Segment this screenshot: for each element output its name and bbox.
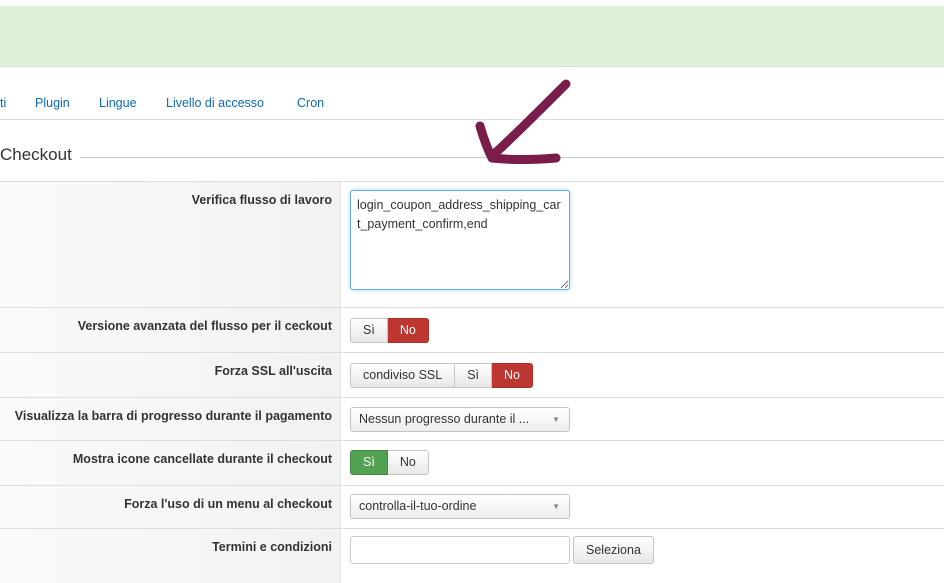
- nav-item-plugin[interactable]: Plugin: [35, 96, 70, 110]
- nav-item-cron[interactable]: Cron: [297, 96, 324, 110]
- force-ssl-no-button[interactable]: No: [492, 363, 534, 388]
- progress-bar-label: Visualizza la barra di progresso durante…: [14, 409, 332, 423]
- caret-down-icon: ▼: [552, 502, 560, 511]
- advanced-flow-no-button[interactable]: No: [387, 318, 429, 343]
- force-menu-select[interactable]: controlla-il-tuo-ordine ▼: [350, 494, 570, 519]
- show-deleted-icons-label: Mostra icone cancellate durante il check…: [72, 452, 332, 466]
- nav-item-ti[interactable]: ti: [0, 96, 6, 110]
- workflow-label: Verifica flusso di lavoro: [191, 193, 332, 207]
- advanced-flow-toggle: Sì No: [350, 318, 429, 343]
- row-force-ssl: Forza SSL all'uscita condiviso SSL Sì No: [0, 352, 944, 397]
- progress-bar-selected-value: Nessun progresso durante il ...: [359, 412, 530, 426]
- force-ssl-label: Forza SSL all'uscita: [214, 364, 332, 378]
- banner-top-edge: [0, 0, 944, 6]
- row-progress-bar: Visualizza la barra di progresso durante…: [0, 397, 944, 440]
- show-deleted-icons-toggle: Sì No: [350, 450, 429, 475]
- force-ssl-toggle: condiviso SSL Sì No: [350, 363, 534, 388]
- nav-item-livello-di-accesso[interactable]: Livello di accesso: [166, 96, 264, 110]
- terms-input[interactable]: [350, 536, 570, 564]
- label-cell: Verifica flusso di lavoro: [0, 182, 341, 307]
- show-deleted-icons-no-button[interactable]: No: [387, 450, 429, 475]
- row-terms: Termini e condizioni Seleziona: [0, 528, 944, 583]
- row-advanced-flow: Versione avanzata del flusso per il ceck…: [0, 307, 944, 352]
- row-show-deleted-icons: Mostra icone cancellate durante il check…: [0, 440, 944, 485]
- advanced-flow-yes-button[interactable]: Sì: [350, 318, 388, 343]
- row-force-menu: Forza l'uso di un menu al checkout contr…: [0, 485, 944, 528]
- force-ssl-shared-button[interactable]: condiviso SSL: [350, 363, 456, 388]
- label-cell: Forza l'uso di un menu al checkout: [0, 486, 341, 528]
- progress-bar-select[interactable]: Nessun progresso durante il ... ▼: [350, 407, 570, 432]
- section-legend: Checkout: [0, 145, 76, 165]
- force-ssl-yes-button[interactable]: Sì: [455, 363, 493, 388]
- force-menu-label: Forza l'uso di un menu al checkout: [124, 497, 332, 511]
- annotation-arrow-icon: [475, 79, 571, 164]
- workflow-textarea[interactable]: login_coupon_address_shipping_cart_payme…: [350, 190, 570, 290]
- message-banner: [0, 0, 944, 67]
- label-cell: Termini e condizioni: [0, 529, 341, 583]
- nav-item-lingue[interactable]: Lingue: [99, 96, 137, 110]
- label-cell: Mostra icone cancellate durante il check…: [0, 441, 341, 485]
- show-deleted-icons-yes-button[interactable]: Sì: [350, 450, 388, 475]
- terms-label: Termini e condizioni: [212, 540, 332, 554]
- label-cell: Versione avanzata del flusso per il ceck…: [0, 308, 341, 352]
- label-cell: Forza SSL all'uscita: [0, 353, 341, 397]
- label-cell: Visualizza la barra di progresso durante…: [0, 398, 341, 440]
- terms-select-button[interactable]: Seleziona: [573, 536, 654, 564]
- caret-down-icon: ▼: [552, 415, 560, 424]
- row-workflow: Verifica flusso di lavoro login_coupon_a…: [0, 181, 944, 307]
- advanced-flow-label: Versione avanzata del flusso per il ceck…: [77, 319, 332, 333]
- force-menu-selected-value: controlla-il-tuo-ordine: [359, 499, 477, 513]
